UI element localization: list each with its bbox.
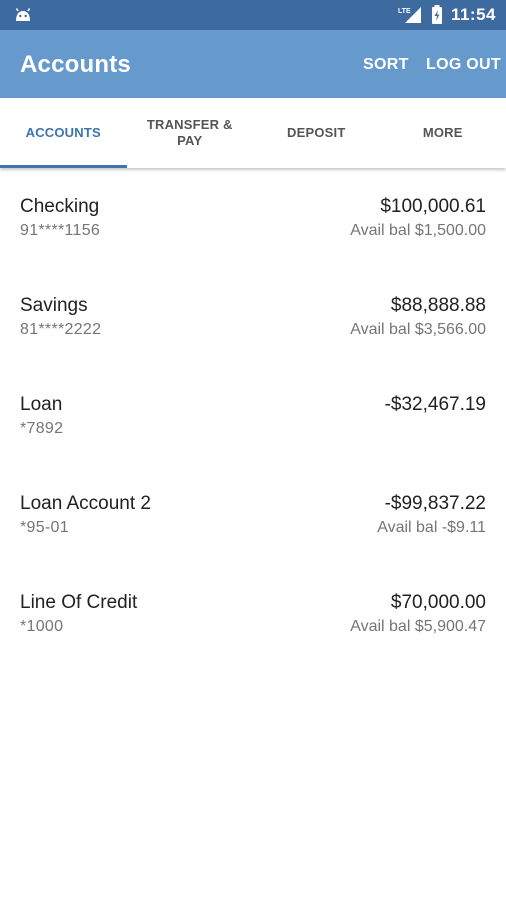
available-balance: Avail bal $1,500.00 bbox=[350, 222, 486, 239]
account-balance: $70,000.00 bbox=[390, 592, 486, 613]
account-balance: -$99,837.22 bbox=[384, 493, 486, 514]
account-number: 91****1156 bbox=[20, 222, 101, 239]
account-row-loan[interactable]: Loan *7892 -$32,467.19 bbox=[0, 366, 506, 465]
account-balance: -$32,467.19 bbox=[384, 394, 486, 415]
account-list: Checking 91****1156 $100,000.61 Avail ba… bbox=[0, 168, 506, 663]
account-balance: $88,888.88 bbox=[390, 295, 486, 316]
account-number: *1000 bbox=[20, 618, 64, 635]
status-bar: LTE 11:54 bbox=[0, 0, 506, 30]
account-row-line-of-credit[interactable]: Line Of Credit *1000 $70,000.00 Avail ba… bbox=[0, 564, 506, 663]
lte-signal-icon: LTE bbox=[398, 7, 421, 23]
account-name: Checking bbox=[20, 196, 100, 217]
account-row-checking[interactable]: Checking 91****1156 $100,000.61 Avail ba… bbox=[0, 168, 506, 267]
tab-bar: ACCOUNTS TRANSFER & PAY DEPOSIT MORE bbox=[0, 98, 506, 168]
account-balance: $100,000.61 bbox=[380, 196, 486, 217]
available-balance: Avail bal $3,566.00 bbox=[350, 321, 486, 338]
account-number: *7892 bbox=[20, 420, 64, 437]
sort-button[interactable]: SORT bbox=[363, 56, 409, 74]
available-balance: Avail bal -$9.11 bbox=[377, 519, 486, 536]
status-time: 11:54 bbox=[450, 5, 496, 24]
account-row-loan-account-2[interactable]: Loan Account 2 *95-01 -$99,837.22 Avail … bbox=[0, 465, 506, 564]
account-name: Line Of Credit bbox=[20, 592, 138, 613]
android-icon bbox=[15, 8, 31, 21]
page-title: Accounts bbox=[20, 51, 131, 78]
tab-label: MORE bbox=[422, 125, 463, 140]
tab-more[interactable]: MORE bbox=[380, 98, 506, 168]
network-label: LTE bbox=[398, 8, 411, 15]
tab-transfer-pay[interactable]: TRANSFER & PAY bbox=[127, 98, 254, 168]
battery-icon bbox=[431, 5, 442, 24]
app-bar: Accounts SORT LOG OUT bbox=[0, 30, 506, 98]
tab-label: ACCOUNTS bbox=[25, 125, 101, 140]
tab-label: TRANSFER & PAY bbox=[146, 117, 233, 148]
tab-deposit[interactable]: DEPOSIT bbox=[253, 98, 380, 168]
account-row-savings[interactable]: Savings 81****2222 $88,888.88 Avail bal … bbox=[0, 267, 506, 366]
available-balance: Avail bal $5,900.47 bbox=[350, 618, 486, 635]
account-name: Loan Account 2 bbox=[20, 493, 151, 514]
logout-button[interactable]: LOG OUT bbox=[426, 56, 501, 74]
account-number: 81****2222 bbox=[20, 321, 102, 338]
account-name: Savings bbox=[20, 295, 88, 316]
tab-label: DEPOSIT bbox=[287, 125, 346, 140]
account-name: Loan bbox=[20, 394, 63, 415]
tab-accounts[interactable]: ACCOUNTS bbox=[0, 98, 127, 168]
account-number: *95-01 bbox=[20, 519, 69, 536]
